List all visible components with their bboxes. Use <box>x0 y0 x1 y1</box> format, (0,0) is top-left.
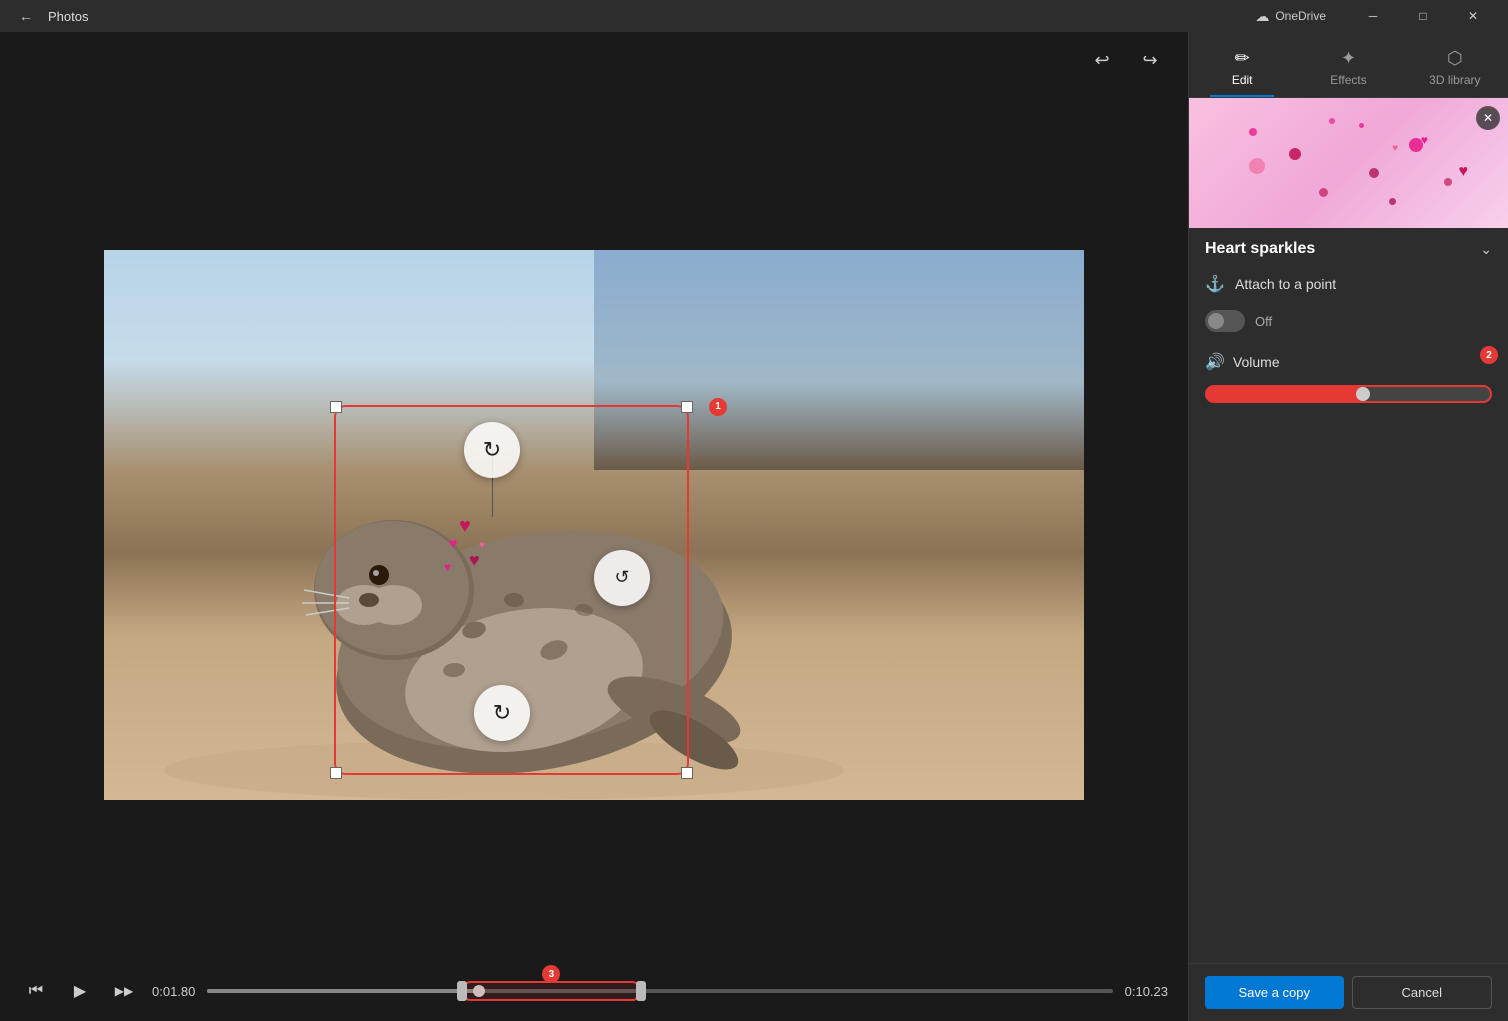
skip-back-icon: ⏮ <box>29 982 43 1000</box>
sparkle-heart-3: ♥ <box>1392 143 1398 154</box>
badge-2: 2 <box>1480 346 1498 364</box>
play-button[interactable]: ▶ <box>64 975 96 1007</box>
volume-slider-track[interactable] <box>1205 385 1492 403</box>
rotate-handle-top[interactable]: ↻ <box>464 422 520 478</box>
sparkle-dot-10 <box>1389 198 1396 205</box>
onedrive-area: ☁ OneDrive <box>1255 8 1326 25</box>
sparkle-dot-4 <box>1369 168 1379 178</box>
sparkle-dot-8 <box>1359 123 1364 128</box>
effects-tab-icon: ✦ <box>1341 48 1356 69</box>
app-title: Photos <box>48 9 88 24</box>
editor-toolbar: ↩ ↪ <box>0 32 1188 88</box>
close-preview-button[interactable]: ✕ <box>1476 106 1500 130</box>
tab-3dlibrary-label: 3D library <box>1429 73 1480 87</box>
undo-button[interactable]: ↩ <box>1084 42 1120 78</box>
close-preview-icon: ✕ <box>1483 111 1493 125</box>
badge-1: 1 <box>709 398 727 416</box>
effect-header: Heart sparkles ⌄ <box>1205 240 1492 258</box>
titlebar-left: ← Photos <box>12 2 88 30</box>
rotate-handle-bottom[interactable]: ↻ <box>474 685 530 741</box>
volume-row: 🔊 Volume 2 <box>1205 352 1492 408</box>
bottom-controls: ⏮ ▶ ▶▶ 0:01.80 3 0:10.23 <box>0 961 1188 1021</box>
redo-button[interactable]: ↪ <box>1132 42 1168 78</box>
timeline-progress <box>207 989 479 993</box>
toggle-switch[interactable] <box>1205 310 1245 332</box>
handle-top-right[interactable] <box>681 401 693 413</box>
attach-label: Attach to a point <box>1235 276 1336 292</box>
restore-button[interactable]: □ <box>1400 0 1446 32</box>
sparkle-dot-2 <box>1289 148 1301 160</box>
sparkle-dot-6 <box>1444 178 1452 186</box>
sparkle-dot-1 <box>1249 128 1257 136</box>
skip-forward-icon: ▶▶ <box>115 984 133 998</box>
handle-top-left[interactable] <box>330 401 342 413</box>
onedrive-icon: ☁ <box>1255 8 1269 25</box>
panel-bottom: Save a copy Cancel <box>1189 963 1508 1021</box>
tab-effects[interactable]: ✦ Effects <box>1295 40 1401 97</box>
sparkle-dot-9 <box>1319 188 1328 197</box>
volume-icon: 🔊 <box>1205 352 1225 372</box>
sparkle-heart-2: ♥ <box>1459 163 1469 181</box>
timeline-wrapper[interactable]: 3 <box>207 971 1112 1011</box>
sparkle-dot-7 <box>1249 158 1265 174</box>
badge-3: 3 <box>542 965 560 983</box>
effect-title: Heart sparkles <box>1205 240 1315 258</box>
range-handle-left[interactable] <box>457 981 467 1001</box>
toggle-knob <box>1208 313 1224 329</box>
tab-edit-label: Edit <box>1232 73 1253 87</box>
play-icon: ▶ <box>74 981 86 1001</box>
sparkle-dot-3 <box>1329 118 1335 124</box>
toggle-label: Off <box>1255 314 1272 329</box>
editor-area: ↩ ↪ <box>0 32 1188 1021</box>
close-button[interactable]: ✕ <box>1450 0 1496 32</box>
current-time: 0:01.80 <box>152 984 195 999</box>
edit-tab-icon: ✏ <box>1235 48 1250 69</box>
volume-slider-container[interactable] <box>1205 380 1492 408</box>
range-handle-right[interactable] <box>636 981 646 1001</box>
attach-to-point-row: ⚓ Attach to a point <box>1205 274 1492 294</box>
video-container: ♥ ♥ ♥ ♥ ♥ 1 ↻ ↺ ↻ <box>0 88 1188 961</box>
skip-back-button[interactable]: ⏮ <box>20 975 52 1007</box>
handle-bottom-right[interactable] <box>681 767 693 779</box>
effect-info: Heart sparkles ⌄ ⚓ Attach to a point Off… <box>1189 228 1508 963</box>
right-panel: ✏ Edit ✦ Effects ⬡ 3D library <box>1188 32 1508 1021</box>
tab-edit[interactable]: ✏ Edit <box>1189 40 1295 97</box>
titlebar-right: ☁ OneDrive ─ □ ✕ <box>1255 0 1496 32</box>
3d-tab-icon: ⬡ <box>1447 48 1463 69</box>
undo-icon: ↩ <box>1094 50 1109 71</box>
timeline-track[interactable] <box>207 989 1112 993</box>
tab-3dlibrary[interactable]: ⬡ 3D library <box>1402 40 1508 97</box>
handle-bottom-left[interactable] <box>330 767 342 779</box>
volume-label: Volume <box>1233 354 1280 370</box>
volume-thumb[interactable] <box>1356 387 1370 401</box>
toggle-row: Off <box>1205 310 1492 332</box>
minimize-button[interactable]: ─ <box>1350 0 1396 32</box>
timeline-range[interactable]: 3 <box>461 981 642 1001</box>
cancel-button[interactable]: Cancel <box>1352 976 1493 1009</box>
volume-header: 🔊 Volume 2 <box>1205 352 1492 372</box>
effect-preview: ♥ ♥ ♥ ✕ <box>1189 98 1508 228</box>
main-layout: ↩ ↪ <box>0 32 1508 1021</box>
tab-effects-label: Effects <box>1330 73 1366 87</box>
anchor-icon: ⚓ <box>1205 274 1225 294</box>
skip-forward-button[interactable]: ▶▶ <box>108 975 140 1007</box>
video-frame[interactable]: ♥ ♥ ♥ ♥ ♥ 1 ↻ ↺ ↻ <box>104 250 1084 800</box>
back-button[interactable]: ← <box>12 2 40 30</box>
titlebar: ← Photos ☁ OneDrive ─ □ ✕ <box>0 0 1508 32</box>
rotate-handle-middle[interactable]: ↺ <box>594 550 650 606</box>
end-time: 0:10.23 <box>1125 984 1168 999</box>
panel-tabs: ✏ Edit ✦ Effects ⬡ 3D library <box>1189 32 1508 98</box>
sparkle-heart-1: ♥ <box>1421 133 1428 147</box>
onedrive-label: OneDrive <box>1275 9 1326 23</box>
expand-icon[interactable]: ⌄ <box>1480 241 1492 258</box>
redo-icon: ↪ <box>1142 50 1157 71</box>
save-copy-button[interactable]: Save a copy <box>1205 976 1344 1009</box>
